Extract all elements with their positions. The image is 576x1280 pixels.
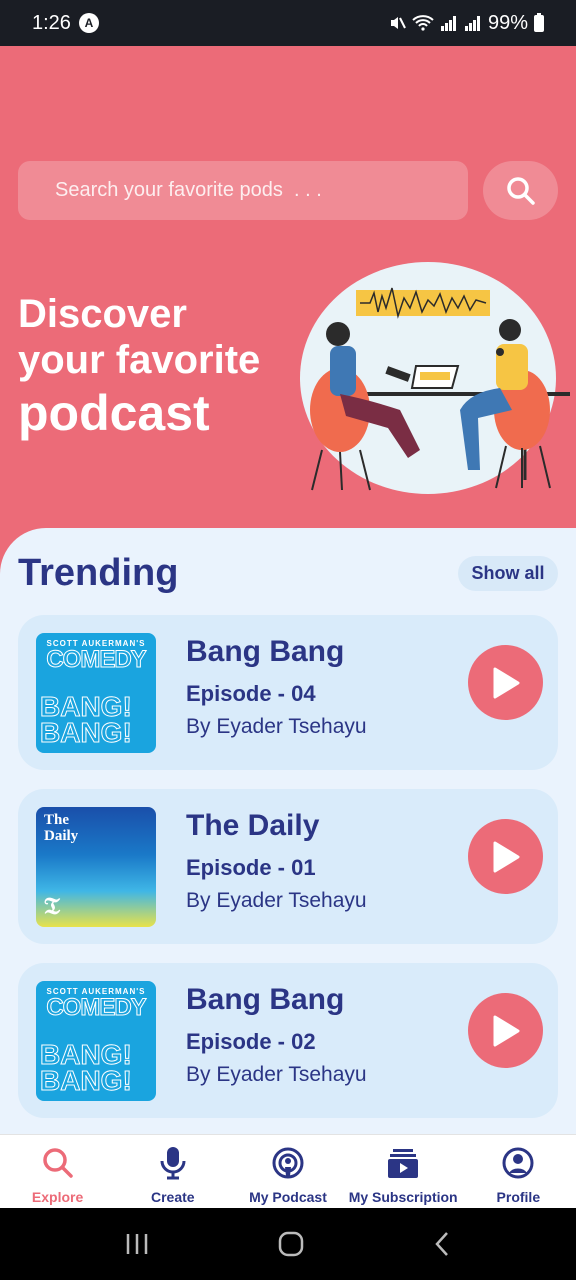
podcast-title: Bang Bang (186, 983, 345, 1016)
comedy-bang-bang-cover: SCOTT AUKERMAN'S COMEDY BANG! BANG! (36, 633, 156, 753)
hero-line-1: Discover (18, 292, 187, 336)
show-all-button[interactable]: Show all (458, 556, 558, 591)
wifi-icon (412, 15, 434, 31)
hero-line-3: podcast (18, 385, 210, 441)
system-nav-bar (0, 1208, 576, 1280)
nav-item-profile[interactable]: Profile (461, 1135, 576, 1208)
battery-percentage: 99% (487, 11, 528, 34)
play-button[interactable] (468, 819, 543, 894)
play-icon (493, 667, 519, 698)
nav-item-create[interactable]: Create (115, 1135, 230, 1208)
podcast-card[interactable]: The Daily 𝔗 The Daily Episode - 01 By Ey… (18, 789, 558, 944)
battery-icon (534, 12, 544, 32)
cover-title-line-1: The (44, 812, 70, 828)
cover-title-line-2: Daily (44, 828, 79, 844)
podcast-illustration (300, 262, 570, 494)
signal-icon (440, 16, 456, 31)
main-content: Trending Show all SCOTT AUKERMAN'S COMED… (0, 528, 576, 1134)
hero-title: Discover your favorite podcast (18, 291, 260, 443)
nyt-logo: 𝔗 (44, 894, 60, 920)
cover-big-text: COMEDY (46, 646, 147, 674)
podcast-cover: SCOTT AUKERMAN'S COMEDY BANG! BANG! (36, 981, 156, 1101)
cover-bang-text-2: BANG! (40, 717, 133, 749)
author-label: By Eyader Tsehayu (186, 889, 367, 912)
microphone-icon (155, 1145, 191, 1181)
nav-label-profile: Profile (496, 1189, 541, 1205)
the-daily-cover: The Daily 𝔗 (36, 807, 156, 927)
nav-label-explore: Explore (31, 1189, 84, 1205)
play-icon (493, 1015, 519, 1046)
play-button[interactable] (468, 993, 543, 1068)
subscription-icon (385, 1145, 421, 1181)
podcast-icon (270, 1145, 306, 1181)
home-icon[interactable] (278, 1231, 304, 1257)
nav-item-explore[interactable]: Explore (0, 1135, 115, 1208)
podcast-card[interactable]: SCOTT AUKERMAN'S COMEDY BANG! BANG! Bang… (18, 615, 558, 770)
mute-icon (390, 17, 406, 29)
cover-bang-text-2: BANG! (40, 1065, 133, 1097)
signal-icon-2 (464, 16, 480, 31)
trending-title: Trending (18, 552, 179, 594)
episode-label: Episode - 02 (186, 1029, 316, 1054)
cover-big-text: COMEDY (46, 994, 147, 1022)
status-time: 1:26 (32, 11, 71, 34)
comedy-bang-bang-cover: SCOTT AUKERMAN'S COMEDY BANG! BANG! (36, 981, 156, 1101)
profile-icon (500, 1145, 536, 1181)
status-indicators: 99% (388, 12, 544, 35)
status-bar: 1:26 A 99% (0, 0, 576, 46)
podcast-cover: SCOTT AUKERMAN'S COMEDY BANG! BANG! (36, 633, 156, 753)
episode-label: Episode - 04 (186, 681, 316, 706)
status-time-group: 1:26 A (32, 12, 99, 35)
nav-item-my-podcast[interactable]: My Podcast (230, 1135, 345, 1208)
search-bar[interactable] (18, 161, 468, 220)
back-icon[interactable] (432, 1231, 452, 1257)
nav-item-my-subscription[interactable]: My Subscription (346, 1135, 461, 1208)
podcast-cover: The Daily 𝔗 (36, 807, 156, 927)
search-input[interactable] (55, 179, 468, 202)
hero-line-2: your favorite (18, 338, 261, 382)
author-label: By Eyader Tsehayu (186, 1063, 367, 1086)
search-icon (506, 176, 535, 205)
episode-label: Episode - 01 (186, 855, 316, 880)
author-label: By Eyader Tsehayu (186, 715, 367, 738)
hero-section: Discover your favorite podcast (0, 46, 576, 546)
app-badge-icon: A (78, 13, 99, 33)
podcast-title: Bang Bang (186, 635, 345, 668)
nav-label-create: Create (150, 1189, 195, 1205)
nav-label-my-subscription: My Subscription (348, 1189, 458, 1205)
search-button[interactable] (483, 161, 558, 220)
nav-label-my-podcast: My Podcast (249, 1189, 327, 1205)
podcast-title: The Daily (186, 809, 320, 842)
play-button[interactable] (468, 645, 543, 720)
search-icon (40, 1145, 76, 1181)
recent-apps-icon[interactable] (124, 1232, 150, 1256)
podcast-card[interactable]: SCOTT AUKERMAN'S COMEDY BANG! BANG! Bang… (18, 963, 558, 1118)
play-icon (493, 841, 519, 872)
bottom-nav: Explore Create My Podcast My Subscriptio… (0, 1134, 576, 1208)
